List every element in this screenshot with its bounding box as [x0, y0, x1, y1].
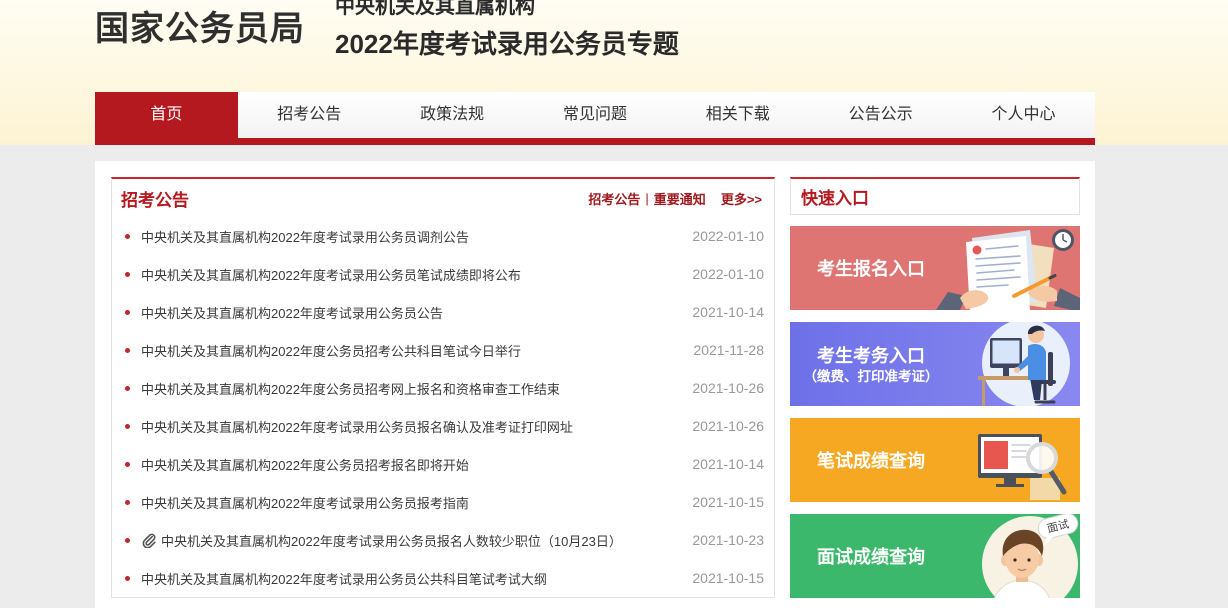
list-bullet: [125, 499, 130, 505]
announcement-date: 2021-10-26: [692, 418, 764, 434]
card-written-score-query[interactable]: 笔试成绩查询: [790, 418, 1080, 502]
list-item: 中央机关及其直属机构2022年度考试录用公务员笔试成绩即将公布 2022-01-…: [112, 255, 774, 293]
exam-affairs-illustration-icon: [978, 322, 1070, 406]
interview-face-icon: 面试: [982, 514, 1079, 598]
card-label: 面试成绩查询: [817, 547, 925, 567]
announcement-link[interactable]: 中央机关及其直属机构2022年度考试录用公务员报名人数较少职位（10月23日）: [161, 531, 682, 550]
card-interview-score-query[interactable]: 面试成绩查询 面试: [790, 514, 1080, 598]
header-subtitle-org: 中央机关及其直属机构: [335, 0, 535, 18]
announcement-date: 2021-10-14: [692, 456, 764, 472]
link-recruitment[interactable]: 招考公告: [588, 189, 640, 208]
list-bullet: [125, 423, 130, 429]
announcement-link[interactable]: 中央机关及其直属机构2022年度公务员招考报名即将开始: [141, 455, 682, 474]
nav-tab-home[interactable]: 首页: [95, 92, 238, 138]
nav-tab-notices[interactable]: 公告公示: [809, 92, 952, 138]
paperclip-icon: [141, 532, 157, 548]
announcement-date: 2021-10-26: [692, 380, 764, 396]
announcement-date: 2022-01-10: [692, 266, 764, 282]
list-item: 中央机关及其直属机构2022年度考试录用公务员公告 2021-10-14: [112, 293, 774, 331]
list-bullet: [125, 575, 130, 581]
list-bullet: [125, 461, 130, 467]
card-label: 笔试成绩查询: [817, 451, 925, 471]
card-label: 考生报名入口: [817, 259, 925, 279]
card-label-block: 考生报名入口: [790, 226, 952, 310]
announcement-link[interactable]: 中央机关及其直属机构2022年度考试录用公务员公共科目笔试考试大纲: [141, 569, 682, 588]
card-exam-affairs-entry[interactable]: 考生考务入口 （缴费、打印准考证）: [790, 322, 1080, 406]
announcement-date: 2021-10-23: [692, 532, 764, 548]
list-item: 中央机关及其直属机构2022年度公务员招考网上报名和资格审查工作结束 2021-…: [112, 369, 774, 407]
quick-entry-title: 快速入口: [790, 177, 1080, 215]
site-logo[interactable]: 国家公务员局: [95, 9, 305, 49]
nav-tab-policies[interactable]: 政策法规: [381, 92, 524, 138]
list-item: 中央机关及其直属机构2022年度公务员招考公共科目笔试今日举行 2021-11-…: [112, 331, 774, 369]
announcements-links: 招考公告 | 重要通知 更多>>: [588, 189, 762, 208]
card-label-block: 考生考务入口 （缴费、打印准考证）: [790, 322, 952, 406]
announcement-date: 2021-11-28: [693, 342, 764, 358]
announcement-link[interactable]: 中央机关及其直属机构2022年度考试录用公务员报名确认及准考证打印网址: [141, 417, 682, 436]
announcement-date: 2021-10-14: [692, 304, 764, 320]
list-bullet: [125, 347, 130, 353]
card-sublabel: （缴费、打印准考证）: [803, 368, 939, 384]
announcement-date: 2021-10-15: [692, 494, 764, 510]
announcement-date: 2022-01-10: [692, 228, 764, 244]
link-separator: |: [645, 190, 649, 206]
card-label: 考生考务入口: [817, 345, 925, 366]
link-important-notices[interactable]: 重要通知: [654, 189, 706, 208]
announcement-link[interactable]: 中央机关及其直属机构2022年度考试录用公务员公告: [141, 303, 682, 322]
announcement-link[interactable]: 中央机关及其直属机构2022年度考试录用公务员报考指南: [141, 493, 682, 512]
card-label-block: 笔试成绩查询: [790, 418, 952, 502]
header-subtitle-topic: 2022年度考试录用公务员专题: [335, 29, 679, 59]
nav-tab-faq[interactable]: 常见问题: [524, 92, 667, 138]
announcement-link[interactable]: 中央机关及其直属机构2022年度考试录用公务员调剂公告: [141, 227, 682, 246]
nav-tab-downloads[interactable]: 相关下载: [666, 92, 809, 138]
list-bullet: [125, 385, 130, 391]
list-item: 中央机关及其直属机构2022年度公务员招考报名即将开始 2021-10-14: [112, 445, 774, 483]
list-item: 中央机关及其直属机构2022年度考试录用公务员调剂公告 2022-01-10: [112, 217, 774, 255]
nav-tab-recruitment[interactable]: 招考公告: [238, 92, 381, 138]
more-link[interactable]: 更多>>: [721, 189, 762, 208]
nav-tab-personal-center[interactable]: 个人中心: [952, 92, 1095, 138]
list-bullet: [125, 537, 130, 543]
list-item: 中央机关及其直属机构2022年度考试录用公务员公共科目笔试考试大纲 2021-1…: [112, 559, 774, 597]
announcement-link[interactable]: 中央机关及其直属机构2022年度公务员招考网上报名和资格审查工作结束: [141, 379, 682, 398]
card-registration-entry[interactable]: 考生报名入口: [790, 226, 1080, 310]
monitor-magnifier-icon: [978, 434, 1067, 500]
list-bullet: [125, 309, 130, 315]
list-bullet: [125, 271, 130, 277]
announcements-title: 招考公告: [121, 190, 189, 210]
announcement-link[interactable]: 中央机关及其直属机构2022年度公务员招考公共科目笔试今日举行: [141, 341, 683, 360]
list-item: 中央机关及其直属机构2022年度考试录用公务员报名确认及准考证打印网址 2021…: [112, 407, 774, 445]
announcements-list: 中央机关及其直属机构2022年度考试录用公务员调剂公告 2022-01-10 中…: [112, 217, 774, 597]
announcement-date: 2021-10-15: [692, 570, 764, 586]
list-item: 中央机关及其直属机构2022年度考试录用公务员报名人数较少职位（10月23日） …: [112, 521, 774, 559]
list-item: 中央机关及其直属机构2022年度考试录用公务员报考指南 2021-10-15: [112, 483, 774, 521]
list-bullet: [125, 233, 130, 239]
card-label-block: 面试成绩查询: [790, 514, 952, 598]
main-nav: 首页 招考公告 政策法规 常见问题 相关下载 公告公示 个人中心: [95, 92, 1095, 145]
announcement-link[interactable]: 中央机关及其直属机构2022年度考试录用公务员笔试成绩即将公布: [141, 265, 682, 284]
announcements-header: 招考公告 招考公告 | 重要通知 更多>>: [112, 179, 774, 217]
registration-illustration-icon: [936, 229, 1080, 310]
announcements-box: 招考公告 招考公告 | 重要通知 更多>> 中央机关及其直属机构2022年度考试…: [111, 177, 775, 598]
